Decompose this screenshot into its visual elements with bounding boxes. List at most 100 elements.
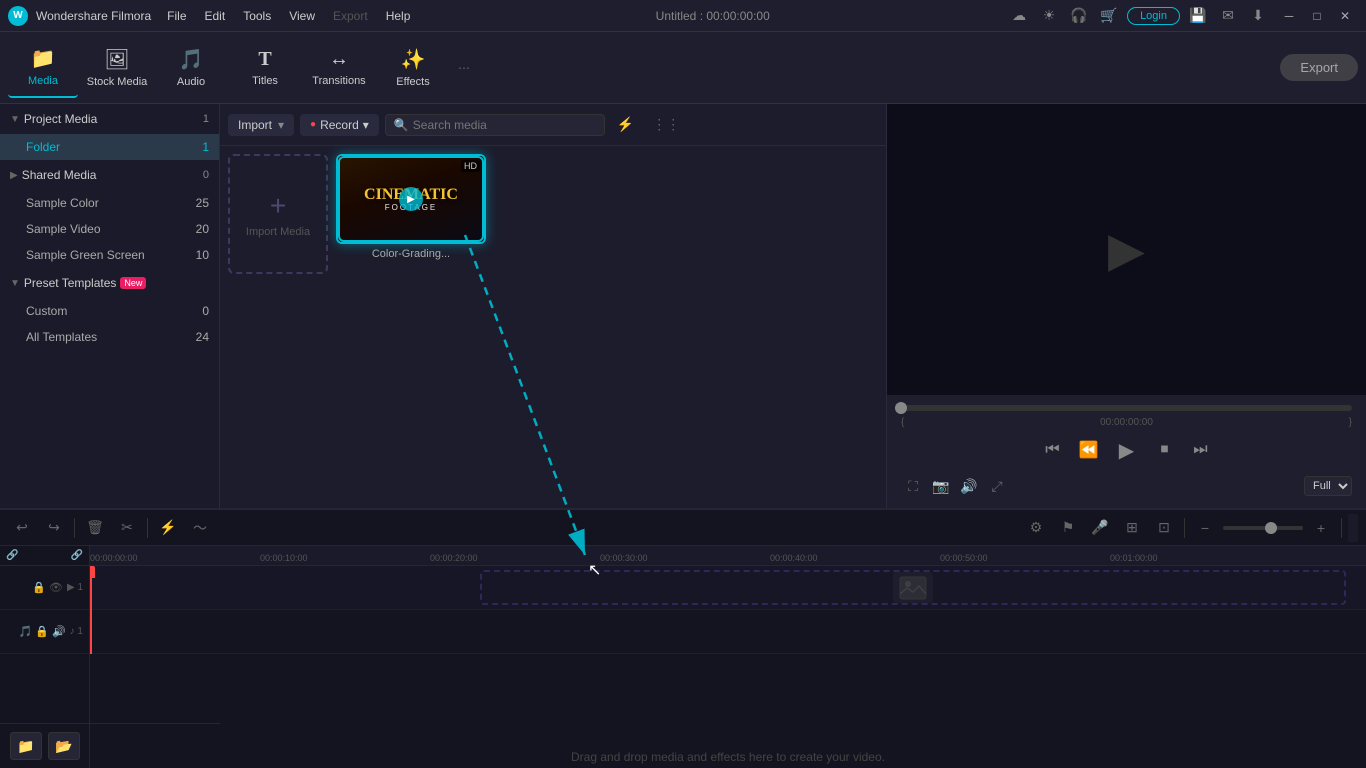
import-media-area[interactable]: + Import Media bbox=[228, 154, 328, 274]
menu-view[interactable]: View bbox=[281, 7, 323, 25]
chevron-down-icon-2: ▼ bbox=[10, 278, 20, 289]
tool-audio-label: Audio bbox=[177, 76, 205, 88]
search-input[interactable] bbox=[413, 118, 596, 132]
redo-button[interactable]: ↪ bbox=[40, 514, 68, 542]
mail-icon[interactable]: ✉ bbox=[1216, 4, 1240, 28]
quality-select[interactable]: Full bbox=[1304, 476, 1352, 496]
progress-bar-container[interactable] bbox=[893, 401, 1360, 415]
step-back-button[interactable]: ⏪ bbox=[1075, 436, 1103, 464]
app-logo: W bbox=[8, 6, 28, 26]
fit-screen-button[interactable]: ⛶ bbox=[901, 474, 925, 498]
zoom-in-button[interactable]: + bbox=[1307, 514, 1335, 542]
transform-button[interactable]: ⊡ bbox=[1150, 514, 1178, 542]
cloud-icon[interactable]: ☁ bbox=[1007, 4, 1031, 28]
download-icon[interactable]: ⬇ bbox=[1246, 4, 1270, 28]
search-box[interactable]: 🔍 bbox=[385, 114, 605, 136]
sidebar-item-sample-green[interactable]: Sample Green Screen 10 bbox=[0, 242, 219, 268]
volume-button[interactable]: 🔊 bbox=[957, 474, 981, 498]
undo-button[interactable]: ↩ bbox=[8, 514, 36, 542]
login-button[interactable]: Login bbox=[1127, 7, 1180, 25]
preview-tools-left: ⛶ 📷 🔊 ⤢ bbox=[901, 474, 1009, 498]
marker-button[interactable]: ⚑ bbox=[1054, 514, 1082, 542]
menu-help[interactable]: Help bbox=[378, 7, 419, 25]
media-thumbnail-item[interactable]: CINEMATIC FOOTAGE HD ▶ Color-Grading... bbox=[336, 154, 486, 260]
progress-handle[interactable] bbox=[895, 402, 907, 414]
video-track-drop-zone[interactable] bbox=[480, 570, 1346, 605]
sidebar: ▼ Project Media 1 Folder 1 ▶ Shared Medi… bbox=[0, 104, 220, 508]
link-button[interactable]: 🔗 bbox=[71, 550, 83, 561]
save-icon[interactable]: 💾 bbox=[1186, 4, 1210, 28]
cart-icon[interactable]: 🛒 bbox=[1097, 4, 1121, 28]
tool-stock-media[interactable]: 🖼 Stock Media bbox=[82, 38, 152, 98]
sidebar-folder-count: 1 bbox=[202, 140, 209, 154]
snap-button[interactable]: 🔗 bbox=[6, 550, 18, 561]
delete-button[interactable]: 🗑 bbox=[81, 514, 109, 542]
cut-button[interactable]: ✂ bbox=[113, 514, 141, 542]
speaker-icon[interactable]: 🔊 bbox=[52, 625, 66, 638]
sidebar-header-shared[interactable]: ▶ Shared Media 0 bbox=[0, 160, 219, 190]
sidebar-item-custom[interactable]: Custom 0 bbox=[0, 298, 219, 324]
headset-icon[interactable]: 🎧 bbox=[1067, 4, 1091, 28]
sun-icon[interactable]: ☀ bbox=[1037, 4, 1061, 28]
screenshot-button[interactable]: 📷 bbox=[929, 474, 953, 498]
menu-export[interactable]: Export bbox=[325, 7, 376, 25]
settings-icon[interactable]: ⚙ bbox=[1022, 514, 1050, 542]
menu-tools[interactable]: Tools bbox=[235, 7, 279, 25]
export-button[interactable]: Export bbox=[1280, 54, 1358, 81]
progress-bar[interactable] bbox=[901, 405, 1352, 411]
ruler-mark-4: 00:00:40:00 bbox=[770, 553, 818, 565]
sidebar-item-all-templates[interactable]: All Templates 24 bbox=[0, 324, 219, 350]
split-button[interactable]: ⚡ bbox=[154, 514, 182, 542]
sidebar-project-label: Project Media bbox=[24, 112, 97, 126]
thumb-badge: HD bbox=[461, 160, 480, 172]
skip-to-end-button[interactable]: ⏭ bbox=[1187, 436, 1215, 464]
grid-view-button[interactable]: ⋮⋮ bbox=[646, 114, 686, 135]
layers-button[interactable]: ⊞ bbox=[1118, 514, 1146, 542]
transitions-icon: ↔ bbox=[329, 48, 349, 71]
filter-button[interactable]: ⚡ bbox=[611, 114, 640, 135]
toolbar-more-icon[interactable]: ⋯ bbox=[452, 38, 476, 98]
timeline-collapse-button[interactable] bbox=[1348, 514, 1358, 542]
search-icon: 🔍 bbox=[394, 118, 409, 132]
sidebar-header-preset[interactable]: ▼ Preset Templates New bbox=[0, 268, 219, 298]
tool-titles[interactable]: T Titles bbox=[230, 38, 300, 98]
sidebar-item-sample-video[interactable]: Sample Video 20 bbox=[0, 216, 219, 242]
tool-media[interactable]: 📁 Media bbox=[8, 38, 78, 98]
zoom-slider[interactable] bbox=[1223, 526, 1303, 530]
record-button[interactable]: ● Record ▾ bbox=[300, 114, 379, 136]
timeline-body bbox=[90, 566, 1366, 654]
playhead[interactable] bbox=[90, 566, 92, 654]
mic-button[interactable]: 🎤 bbox=[1086, 514, 1114, 542]
ruler-mark-5: 00:00:50:00 bbox=[940, 553, 988, 565]
audio-wave-button[interactable]: 〜 bbox=[186, 514, 214, 542]
window-controls: ─ □ ✕ bbox=[1276, 6, 1358, 26]
media-content: + Import Media CINEMATIC FOOTAGE HD ▶ bbox=[220, 146, 886, 508]
sidebar-item-folder[interactable]: Folder 1 bbox=[0, 134, 219, 160]
timeline-right-tools: ⚙ ⚑ 🎤 ⊞ ⊡ − + bbox=[1022, 514, 1358, 542]
tool-audio[interactable]: 🎵 Audio bbox=[156, 38, 226, 98]
tool-titles-label: Titles bbox=[252, 75, 278, 87]
sidebar-sample-video-label: Sample Video bbox=[26, 222, 101, 236]
tool-effects[interactable]: ✨ Effects bbox=[378, 38, 448, 98]
tool-transitions[interactable]: ↔ Transitions bbox=[304, 38, 374, 98]
close-button[interactable]: ✕ bbox=[1332, 6, 1358, 26]
play-button[interactable]: ▶ bbox=[1111, 434, 1143, 466]
project-title: Untitled : 00:00:00:00 bbox=[656, 9, 770, 23]
sidebar-item-sample-color[interactable]: Sample Color 25 bbox=[0, 190, 219, 216]
timeline-content: 🔗 🔗 🔒 👁 ▶ 1 🎵 🔒 🔊 ♪ 1 bbox=[0, 546, 1366, 768]
music-icon[interactable]: 🎵 bbox=[19, 625, 33, 638]
eye-icon[interactable]: 👁 bbox=[49, 581, 63, 594]
skip-to-start-button[interactable]: ⏮ bbox=[1039, 436, 1067, 464]
audio-lock-icon[interactable]: 🔒 bbox=[35, 625, 49, 638]
zoom-out-button[interactable]: − bbox=[1191, 514, 1219, 542]
menu-file[interactable]: File bbox=[159, 7, 194, 25]
minimize-button[interactable]: ─ bbox=[1276, 6, 1302, 26]
fullscreen-button[interactable]: ⤢ bbox=[985, 474, 1009, 498]
stop-button[interactable]: ⏹ bbox=[1151, 436, 1179, 464]
maximize-button[interactable]: □ bbox=[1304, 6, 1330, 26]
video-track-num: ▶ 1 bbox=[67, 582, 83, 593]
import-button[interactable]: Import ▾ bbox=[228, 114, 294, 136]
sidebar-header-project[interactable]: ▼ Project Media 1 bbox=[0, 104, 219, 134]
lock-icon[interactable]: 🔒 bbox=[32, 581, 46, 594]
menu-edit[interactable]: Edit bbox=[197, 7, 234, 25]
